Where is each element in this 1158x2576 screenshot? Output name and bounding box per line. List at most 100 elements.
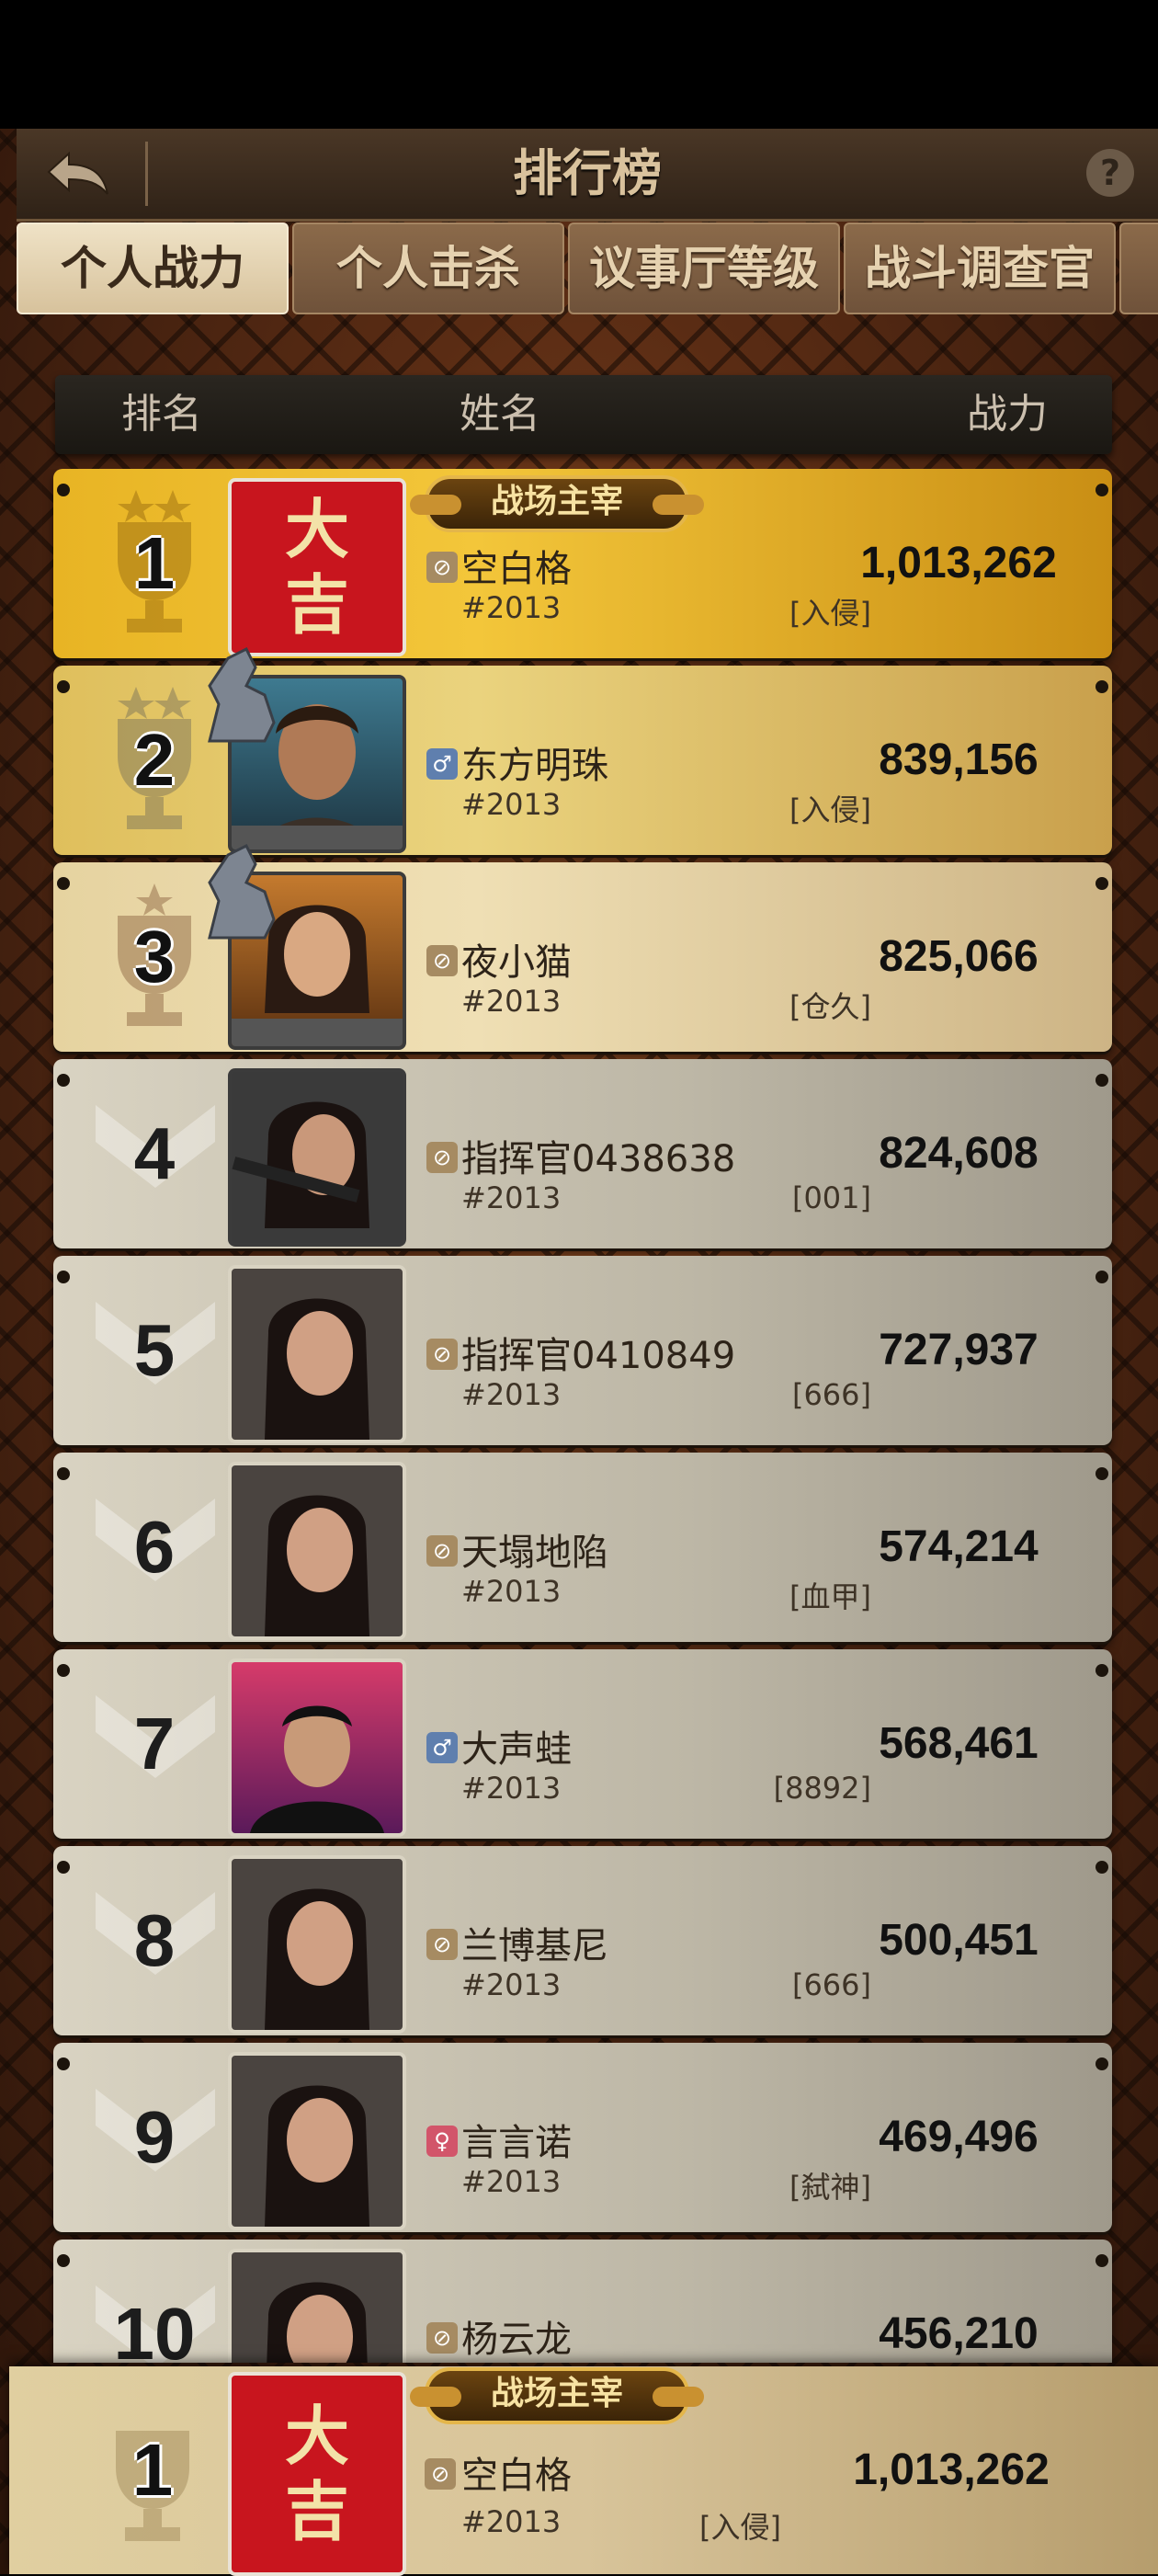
player-name: 大声蛙	[461, 1728, 572, 1771]
rank-number: 9	[133, 2096, 176, 2178]
hidden-gender-icon: ⊘	[426, 2322, 458, 2354]
ranking-row[interactable]: 6 ⊘ 天塌地陷 #2013 [血甲] 574,214	[53, 1453, 1112, 1642]
avatar[interactable]: 大 吉	[228, 478, 406, 656]
server-id: #2013	[461, 590, 562, 625]
my-avatar[interactable]: 大 吉	[228, 2372, 406, 2576]
ranking-row[interactable]: 1 大 吉 战场主宰 ⊘ 空白格 #2013 [入侵] 1,013,262	[53, 469, 1112, 658]
server-id: #2013	[461, 1967, 562, 2002]
tab-bar: 个人战力 个人击杀 议事厅等级 战斗调查官	[17, 221, 1158, 316]
power-value: 824,608	[879, 1129, 1039, 1178]
pin-decoration	[57, 2254, 70, 2267]
male-gender-icon: ♂	[426, 748, 458, 780]
hidden-gender-icon: ⊘	[426, 1535, 458, 1567]
tab-battle-investigator[interactable]: 战斗调查官	[844, 222, 1116, 314]
tab-personal-kills[interactable]: 个人击杀	[292, 222, 564, 314]
hidden-gender-icon: ⊘	[426, 945, 458, 976]
avatar[interactable]	[228, 1658, 406, 1837]
title-badge: 战场主宰	[410, 2366, 704, 2425]
rank-number: 6	[133, 1506, 176, 1588]
pin-decoration	[1096, 1074, 1108, 1087]
power-value: 825,066	[879, 932, 1039, 981]
portrait-man-icon	[250, 1705, 384, 1833]
portrait-woman-icon	[267, 2282, 368, 2363]
pin-decoration	[1096, 2254, 1108, 2267]
help-button[interactable]: ?	[1086, 149, 1134, 197]
status-bar-area	[0, 0, 1158, 129]
column-power: 战力	[967, 391, 1048, 438]
avatar-char: 大	[285, 2398, 349, 2474]
ranking-row[interactable]: 10 ⊘ 杨云龙 #2013 456,210	[53, 2240, 1112, 2363]
server-id: #2013	[461, 1771, 562, 1806]
power-value: 469,496	[879, 2113, 1039, 2161]
avatar[interactable]	[228, 2249, 406, 2363]
badge-label: 战场主宰	[425, 2367, 689, 2424]
hidden-gender-icon: ⊘	[426, 1929, 458, 1960]
ranking-row[interactable]: 4 ⊘ 指挥官0438638 #2013 [001] 824,608	[53, 1059, 1112, 1248]
title-badge: 战场主宰	[410, 474, 704, 533]
pin-decoration	[57, 1074, 70, 1087]
portrait-woman-icon	[265, 2085, 369, 2227]
player-name: 杨云龙	[461, 2319, 572, 2361]
avatar[interactable]	[228, 1068, 406, 1247]
rank-number: 4	[133, 1112, 176, 1194]
hidden-gender-icon: ⊘	[426, 1142, 458, 1173]
badge-label: 战场主宰	[425, 475, 689, 532]
badge-wing	[410, 2387, 461, 2407]
ranking-row[interactable]: 9 ♀ 言言诺 #2013 [弑神] 469,496	[53, 2043, 1112, 2232]
my-rank-bar[interactable]: 1 大 吉 战场主宰 ⊘ 空白格 #2013 [入侵] 1,013,262	[9, 2366, 1158, 2576]
power-value: 727,937	[879, 1326, 1039, 1374]
pin-decoration	[57, 680, 70, 693]
player-name: 言言诺	[461, 2122, 572, 2164]
pin-decoration	[57, 877, 70, 890]
page-title: 排行榜	[513, 144, 662, 202]
column-rank: 排名	[121, 391, 202, 438]
avatar-char: 吉	[285, 2473, 349, 2549]
horse-statue-icon	[208, 646, 276, 743]
server-id: #2013	[461, 2361, 561, 2363]
avatar[interactable]	[228, 1855, 406, 2034]
avatar[interactable]	[228, 1462, 406, 1640]
ranking-row[interactable]: 2 ♂ 东方明珠 #2013 [入侵] 839,156	[53, 646, 1112, 855]
server-id: #2013	[461, 1180, 562, 1215]
power-value: 568,461	[879, 1719, 1039, 1768]
my-rank-number: 1	[131, 2429, 174, 2511]
avatar-char: 吉	[285, 566, 349, 643]
server-id: #2013	[461, 984, 562, 1019]
pin-decoration	[57, 1467, 70, 1480]
ranking-row[interactable]: 8 ⊘ 兰博基尼 #2013 [666] 500,451	[53, 1846, 1112, 2035]
ranking-row[interactable]: 5 ⊘ 指挥官0410849 #2013 [666] 727,937	[53, 1256, 1112, 1445]
hidden-gender-icon: ⊘	[426, 1339, 458, 1370]
portrait-woman-icon	[232, 1101, 369, 1228]
tab-personal-power[interactable]: 个人战力	[17, 222, 289, 314]
pin-decoration	[57, 484, 70, 496]
pin-decoration	[1096, 2057, 1108, 2070]
badge-wing	[410, 495, 461, 515]
player-name: 空白格	[461, 548, 572, 590]
column-header: 排名 姓名 战力	[55, 375, 1112, 454]
hidden-gender-icon: ⊘	[425, 2458, 456, 2490]
tab-hall-level[interactable]: 议事厅等级	[568, 222, 840, 314]
rank-number: 7	[133, 1703, 176, 1784]
my-power-value: 1,013,262	[853, 2445, 1050, 2494]
portrait-woman-icon	[265, 1888, 369, 2030]
power-value: 839,156	[879, 735, 1039, 784]
power-value: 500,451	[879, 1916, 1039, 1965]
rank-number: 1	[133, 522, 176, 604]
pin-decoration	[57, 1861, 70, 1874]
avatar[interactable]	[228, 2052, 406, 2230]
tab-overflow[interactable]	[1119, 222, 1158, 314]
rank-number: 5	[133, 1309, 176, 1391]
power-value: 574,214	[879, 1522, 1039, 1571]
column-name: 姓名	[460, 391, 540, 438]
my-player-name: 空白格	[461, 2455, 572, 2497]
ranking-list[interactable]: 1 大 吉 战场主宰 ⊘ 空白格 #2013 [入侵] 1,013,262 2	[0, 469, 1158, 2363]
pin-decoration	[57, 1271, 70, 1283]
pin-decoration	[57, 1664, 70, 1677]
my-alliance-tag: [入侵]	[699, 2510, 781, 2545]
ranking-row[interactable]: 7 ♂ 大声蛙 #2013 [8892] 568,461	[53, 1649, 1112, 1839]
ranking-row[interactable]: 3 ⊘ 夜小猫 #2013 [仓久] 825,066	[53, 843, 1112, 1052]
avatar[interactable]	[228, 1265, 406, 1443]
player-name: 东方明珠	[461, 745, 608, 787]
player-name: 夜小猫	[461, 941, 572, 984]
server-id: #2013	[461, 1377, 562, 1412]
